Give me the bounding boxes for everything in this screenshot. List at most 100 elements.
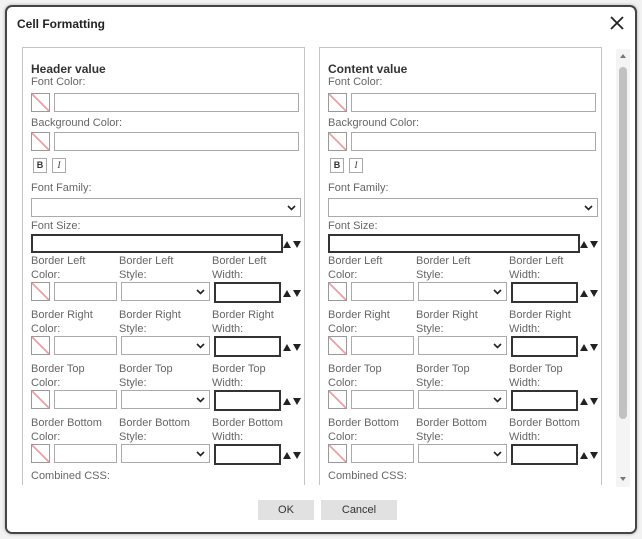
border-width-label: Border Bottom Width: xyxy=(509,416,580,444)
label-line: Border Right xyxy=(212,309,274,321)
label-line: Style: xyxy=(416,431,444,443)
scrollbar-thumb[interactable] xyxy=(619,67,627,419)
border-width-input[interactable] xyxy=(511,282,578,303)
label-line: Border Right xyxy=(119,309,181,321)
border-width-label: Border Top Width: xyxy=(212,362,266,390)
border-color-swatch[interactable] xyxy=(328,390,347,409)
spinner-arrows-icon[interactable] xyxy=(580,450,598,460)
spinner-arrows-icon[interactable] xyxy=(283,239,301,249)
label-line: Border Right xyxy=(509,309,571,321)
font-size-label: Font Size: xyxy=(31,220,81,232)
spinner-arrows-icon[interactable] xyxy=(580,288,598,298)
font-size-input[interactable] xyxy=(328,234,580,253)
border-width-input[interactable] xyxy=(511,444,578,465)
italic-button[interactable]: I xyxy=(52,158,66,173)
font-family-label: Font Family: xyxy=(31,182,92,194)
border-color-swatch[interactable] xyxy=(31,336,50,355)
scroll-down-arrow-icon[interactable] xyxy=(620,477,626,481)
border-width-input[interactable] xyxy=(511,390,578,411)
label-line: Border Bottom xyxy=(31,417,102,429)
border-style-label: Border Left Style: xyxy=(119,254,173,282)
border-width-label: Border Left Width: xyxy=(212,254,266,282)
border-style-label: Border Left Style: xyxy=(416,254,470,282)
border-color-input[interactable] xyxy=(54,282,117,301)
font-color-input[interactable] xyxy=(351,93,596,112)
border-color-input[interactable] xyxy=(54,390,117,409)
label-line: Border Bottom xyxy=(212,417,283,429)
border-color-swatch[interactable] xyxy=(328,336,347,355)
chevron-down-icon xyxy=(196,397,205,403)
spinner-arrows-icon[interactable] xyxy=(283,342,301,352)
border-style-select[interactable] xyxy=(121,336,210,355)
ok-button[interactable]: OK xyxy=(258,500,314,520)
border-width-input[interactable] xyxy=(214,282,281,303)
border-style-select[interactable] xyxy=(121,282,210,301)
cancel-button[interactable]: Cancel xyxy=(321,500,397,520)
border-width-input[interactable] xyxy=(511,336,578,357)
label-line: Style: xyxy=(416,377,444,389)
border-width-input[interactable] xyxy=(214,390,281,411)
label-line: Color: xyxy=(31,323,61,335)
close-icon[interactable] xyxy=(609,15,625,31)
spinner-arrows-icon[interactable] xyxy=(283,396,301,406)
border-width-input[interactable] xyxy=(214,336,281,357)
border-style-select[interactable] xyxy=(418,282,507,301)
label-line: Color: xyxy=(31,431,61,443)
spinner-arrows-icon[interactable] xyxy=(580,239,598,249)
background-color-swatch[interactable] xyxy=(31,132,50,151)
label-line: Color: xyxy=(328,431,358,443)
label-line: Color: xyxy=(328,269,358,281)
border-style-select[interactable] xyxy=(121,390,210,409)
panel-title: Content value xyxy=(328,62,408,76)
border-color-swatch[interactable] xyxy=(328,282,347,301)
border-color-input[interactable] xyxy=(351,444,414,463)
spinner-arrows-icon[interactable] xyxy=(283,288,301,298)
border-color-swatch[interactable] xyxy=(328,444,347,463)
label-line: Border Left xyxy=(119,255,174,267)
italic-button[interactable]: I xyxy=(349,158,363,173)
label-line: Border Right xyxy=(31,309,93,321)
dialog-titlebar: Cell Formatting xyxy=(7,7,635,45)
border-color-input[interactable] xyxy=(351,282,414,301)
border-color-input[interactable] xyxy=(54,444,117,463)
border-color-input[interactable] xyxy=(351,390,414,409)
background-color-input[interactable] xyxy=(54,132,299,151)
bold-button[interactable]: B xyxy=(330,158,344,173)
font-color-swatch[interactable] xyxy=(31,93,50,112)
chevron-down-icon xyxy=(584,205,593,211)
bold-button[interactable]: B xyxy=(33,158,47,173)
chevron-down-icon xyxy=(196,289,205,295)
border-color-swatch[interactable] xyxy=(31,390,50,409)
dialog-footer: OK Cancel xyxy=(7,487,635,532)
border-width-input[interactable] xyxy=(214,444,281,465)
font-family-select[interactable] xyxy=(328,198,598,217)
border-style-select[interactable] xyxy=(418,336,507,355)
border-style-select[interactable] xyxy=(121,444,210,463)
background-color-label: Background Color: xyxy=(31,117,123,129)
chevron-down-icon xyxy=(493,343,502,349)
spinner-arrows-icon[interactable] xyxy=(283,450,301,460)
background-color-swatch[interactable] xyxy=(328,132,347,151)
label-line: Border Top xyxy=(328,363,382,375)
spinner-arrows-icon[interactable] xyxy=(580,342,598,352)
font-family-select[interactable] xyxy=(31,198,301,217)
combined-css-label: Combined CSS: xyxy=(328,470,407,482)
font-color-swatch[interactable] xyxy=(328,93,347,112)
font-color-label: Font Color: xyxy=(31,76,86,88)
border-style-select[interactable] xyxy=(418,444,507,463)
background-color-input[interactable] xyxy=(351,132,596,151)
border-color-swatch[interactable] xyxy=(31,282,50,301)
border-color-input[interactable] xyxy=(351,336,414,355)
border-style-select[interactable] xyxy=(418,390,507,409)
scroll-up-arrow-icon[interactable] xyxy=(620,54,626,58)
spinner-arrows-icon[interactable] xyxy=(580,396,598,406)
font-family-label: Font Family: xyxy=(328,182,389,194)
border-color-label: Border Bottom Color: xyxy=(328,416,399,444)
border-width-label: Border Left Width: xyxy=(509,254,563,282)
font-color-input[interactable] xyxy=(54,93,299,112)
border-color-input[interactable] xyxy=(54,336,117,355)
vertical-scrollbar[interactable] xyxy=(616,49,630,487)
border-color-swatch[interactable] xyxy=(31,444,50,463)
chevron-down-icon xyxy=(287,205,296,211)
font-size-input[interactable] xyxy=(31,234,283,253)
